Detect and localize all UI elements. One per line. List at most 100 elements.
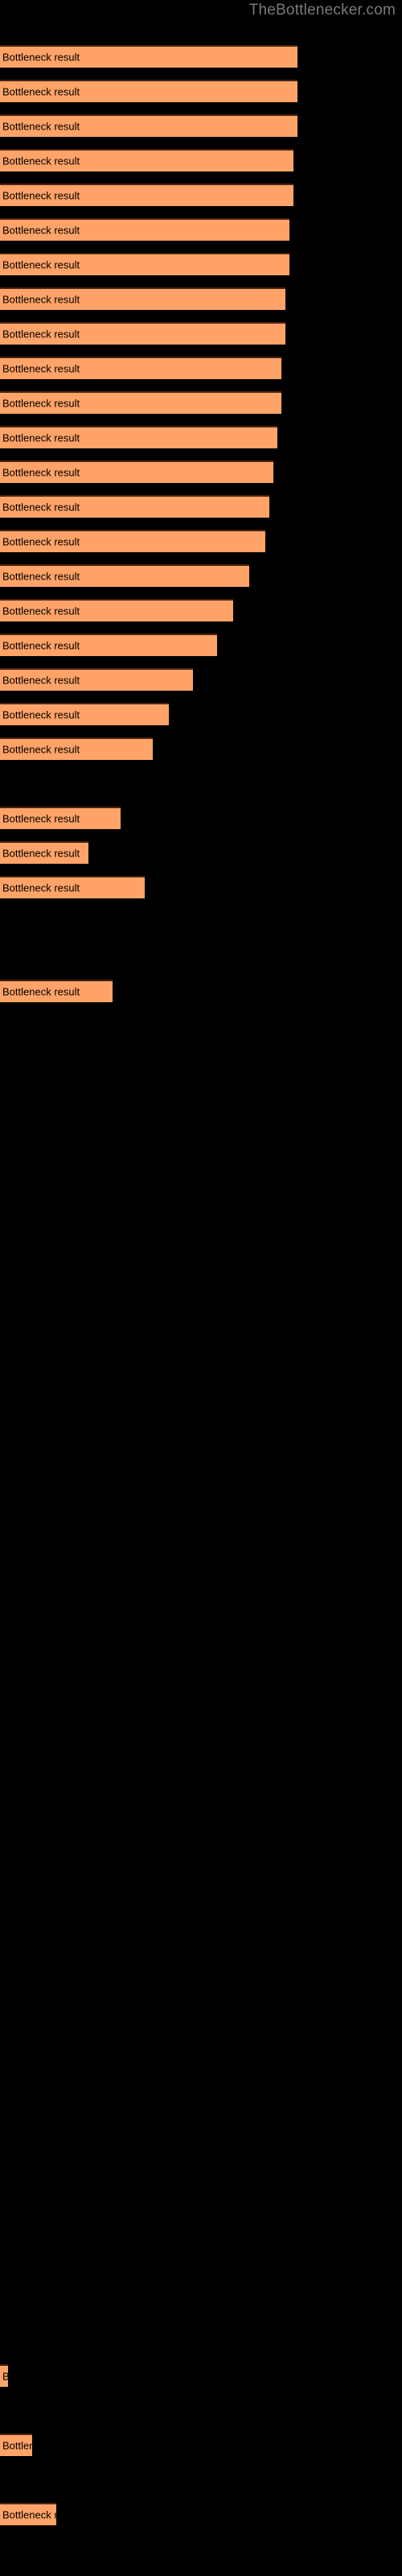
bar-row bbox=[0, 945, 402, 980]
bar-row bbox=[0, 910, 402, 945]
bar[interactable]: Bottleneck result bbox=[0, 218, 289, 241]
bar[interactable]: Bottleneck result bbox=[0, 703, 169, 725]
bar-row: Bottleneck result bbox=[0, 495, 402, 530]
bar-row bbox=[0, 1914, 402, 1949]
bar[interactable]: Bottleneck result bbox=[0, 45, 297, 68]
bar-label: Bottleneck result bbox=[2, 466, 80, 479]
bar-label: Bottleneck result bbox=[2, 120, 80, 133]
bar-row: Bottleneck result bbox=[0, 149, 402, 184]
bar[interactable]: Bottleneck result bbox=[0, 253, 289, 275]
bar-row bbox=[0, 2122, 402, 2157]
bar-label: Bottleneck result bbox=[2, 881, 80, 894]
bar-row bbox=[0, 1845, 402, 1880]
horizontal-bar-chart: Bottleneck result Bottleneck result Bottle… bbox=[0, 0, 402, 2576]
bar[interactable]: Bottleneck result bbox=[0, 149, 293, 171]
bar[interactable]: Bottleneck result bbox=[0, 668, 193, 691]
bar-row bbox=[0, 1153, 402, 1187]
bar-label: Bottleneck result bbox=[2, 293, 80, 306]
bar-row: Bottleneck result bbox=[0, 184, 402, 218]
bar-row bbox=[0, 1984, 402, 2018]
bar-row bbox=[0, 2399, 402, 2434]
bar-row: Bottleneck result bbox=[0, 114, 402, 149]
bar-row: Bottleneck result bbox=[0, 2503, 402, 2537]
bar-row: Bottleneck result bbox=[0, 460, 402, 495]
bar-row bbox=[0, 1880, 402, 1914]
bar-row: Bottleneck result bbox=[0, 876, 402, 910]
bar-row: Bottleneck result bbox=[0, 737, 402, 772]
bar[interactable]: Bottleneck result bbox=[0, 980, 113, 1002]
bar-row bbox=[0, 1049, 402, 1084]
bar-row: Bottleneck result bbox=[0, 80, 402, 114]
bar[interactable]: Bottleneck result bbox=[0, 114, 297, 137]
bar-row bbox=[0, 1222, 402, 1257]
bar-row bbox=[0, 2537, 402, 2572]
bar[interactable]: Bottleneck result bbox=[0, 426, 277, 448]
bar-row bbox=[0, 2226, 402, 2260]
bar-row bbox=[0, 2295, 402, 2330]
bar-label: Bottleneck result bbox=[2, 743, 80, 756]
bar[interactable]: Bottleneck result bbox=[0, 357, 281, 379]
bar[interactable]: Bottleneck result bbox=[0, 2364, 8, 2387]
bar-row bbox=[0, 1776, 402, 1810]
bar-row bbox=[0, 772, 402, 807]
bar[interactable]: Bottleneck result bbox=[0, 460, 273, 483]
bar-row bbox=[0, 1326, 402, 1360]
bar-label: Bottleneck result bbox=[2, 2508, 56, 2521]
bar-label: Bottleneck result bbox=[2, 85, 80, 98]
bar-row bbox=[0, 2087, 402, 2122]
bar-label: Bottleneck result bbox=[2, 985, 80, 998]
bar-row bbox=[0, 1949, 402, 1984]
bar-label: Bottleneck result bbox=[2, 431, 80, 444]
bar-row: Bottleneck result bbox=[0, 426, 402, 460]
bar-row: Bottleneck result bbox=[0, 668, 402, 703]
bar-row bbox=[0, 2053, 402, 2087]
bar[interactable]: Bottleneck result bbox=[0, 564, 249, 587]
bar[interactable]: Bottleneck result bbox=[0, 807, 121, 829]
bar[interactable]: Bottleneck result bbox=[0, 530, 265, 552]
bar-row: Bottleneck result bbox=[0, 45, 402, 80]
bar-row: Bottleneck result bbox=[0, 634, 402, 668]
bar[interactable]: Bottleneck result bbox=[0, 322, 285, 345]
bar-label: Bottleneck result bbox=[2, 2439, 32, 2452]
bar-label: Bottleneck result bbox=[2, 2372, 8, 2382]
bar-row: Bottleneck result bbox=[0, 287, 402, 322]
bar-row: Bottleneck result bbox=[0, 807, 402, 841]
bar-row: Bottleneck result bbox=[0, 703, 402, 737]
bar-row bbox=[0, 2260, 402, 2295]
bar-row bbox=[0, 1118, 402, 1153]
bar-row bbox=[0, 1499, 402, 1534]
bar[interactable]: Bottleneck result bbox=[0, 2503, 56, 2525]
bar-row: Bottleneck result bbox=[0, 2364, 402, 2399]
bar-row: Bottleneck result bbox=[0, 391, 402, 426]
bar[interactable]: Bottleneck result bbox=[0, 391, 281, 414]
bar-row bbox=[0, 2157, 402, 2191]
bar[interactable]: Bottleneck result bbox=[0, 80, 297, 102]
bar-row bbox=[0, 1395, 402, 1430]
bar-row: Bottleneck result bbox=[0, 322, 402, 357]
bar-label: Bottleneck result bbox=[2, 501, 80, 514]
bar[interactable]: Bottleneck result bbox=[0, 737, 153, 760]
bar-label: Bottleneck result bbox=[2, 674, 80, 687]
bar-row bbox=[0, 2330, 402, 2364]
bar-label: Bottleneck result bbox=[2, 570, 80, 583]
bar-row: Bottleneck result bbox=[0, 2434, 402, 2468]
bar-row bbox=[0, 1637, 402, 1672]
bar-label: Bottleneck result bbox=[2, 847, 80, 860]
bar-row bbox=[0, 1187, 402, 1222]
bar-row bbox=[0, 1360, 402, 1395]
bar[interactable]: Bottleneck result bbox=[0, 599, 233, 621]
bar[interactable]: Bottleneck result bbox=[0, 287, 285, 310]
bar-row bbox=[0, 1568, 402, 1603]
bar-row: Bottleneck result bbox=[0, 253, 402, 287]
bar[interactable]: Bottleneck result bbox=[0, 841, 88, 864]
bar[interactable]: Bottleneck result bbox=[0, 634, 217, 656]
bar[interactable]: Bottleneck result bbox=[0, 495, 269, 518]
bar-label: Bottleneck result bbox=[2, 812, 80, 825]
bar-row: Bottleneck result bbox=[0, 841, 402, 876]
bar[interactable]: Bottleneck result bbox=[0, 2434, 32, 2456]
bar[interactable]: Bottleneck result bbox=[0, 876, 145, 898]
bar-label: Bottleneck result bbox=[2, 328, 80, 341]
bar-row: Bottleneck result bbox=[0, 530, 402, 564]
bar-row bbox=[0, 2191, 402, 2226]
bar[interactable]: Bottleneck result bbox=[0, 184, 293, 206]
